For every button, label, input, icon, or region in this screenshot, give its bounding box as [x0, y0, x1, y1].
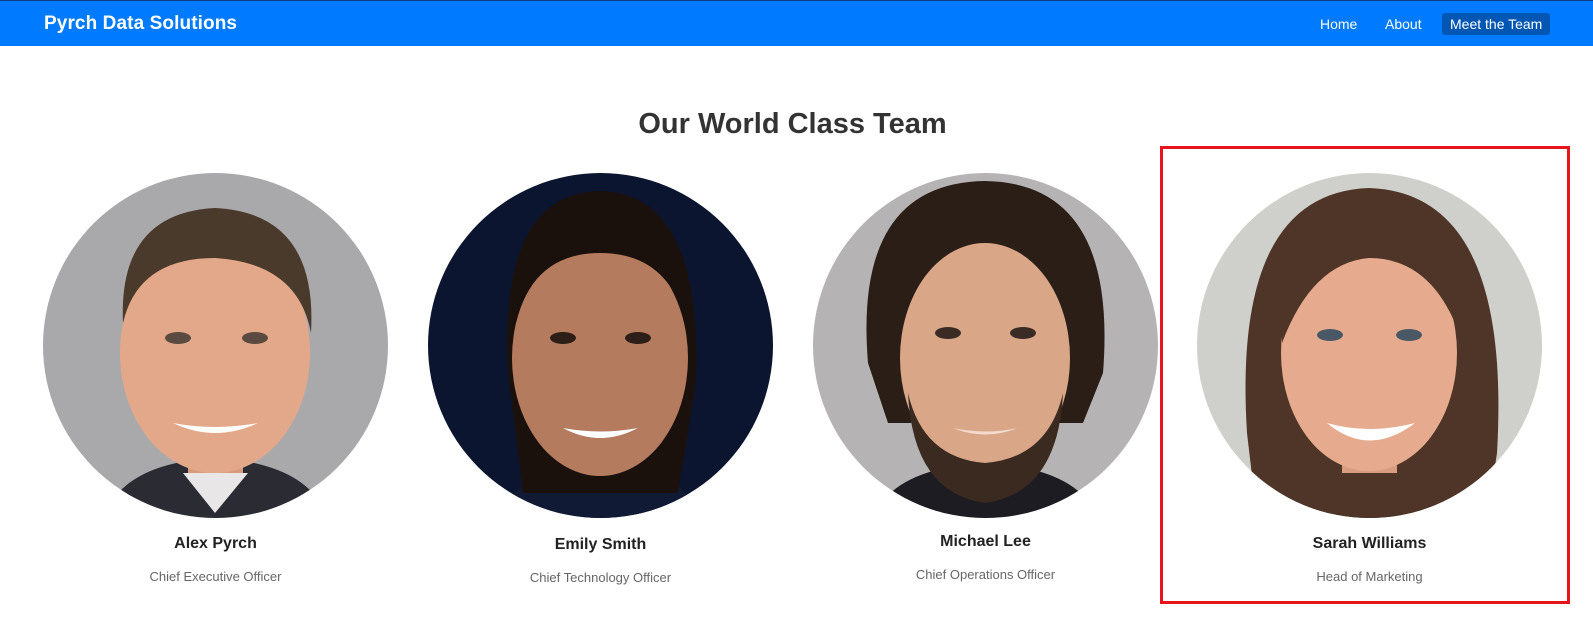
- nav-link-about[interactable]: About: [1377, 13, 1430, 35]
- page-title: Our World Class Team: [638, 108, 947, 140]
- member-name: Sarah Williams: [1312, 535, 1427, 552]
- portrait-photo-sarah: [1197, 173, 1542, 518]
- member-name: Alex Pyrch: [174, 535, 257, 552]
- portrait-photo-michael: [813, 173, 1158, 518]
- portrait-photo-alex: [43, 173, 388, 518]
- member-role: Chief Executive Officer: [149, 569, 282, 584]
- portrait-photo-emily: [428, 173, 773, 518]
- member-role: Chief Operations Officer: [915, 567, 1056, 582]
- team-member-card: Sarah Williams Head of Marketing: [1197, 173, 1542, 584]
- team-member-card: Alex Pyrch Chief Executive Officer: [43, 173, 388, 584]
- member-name: Emily Smith: [554, 536, 647, 553]
- member-role: Chief Technology Officer: [529, 570, 672, 585]
- navbar: Pyrch Data Solutions Home About Meet the…: [0, 0, 1593, 46]
- team-member-card: Michael Lee Chief Operations Officer: [813, 173, 1158, 582]
- member-name: Michael Lee: [940, 533, 1031, 550]
- nav-link-home[interactable]: Home: [1312, 13, 1365, 35]
- nav-link-meet-the-team[interactable]: Meet the Team: [1442, 13, 1551, 35]
- member-role: Head of Marketing: [1316, 569, 1423, 584]
- brand-logo-text[interactable]: Pyrch Data Solutions: [44, 13, 237, 35]
- team-member-card: Emily Smith Chief Technology Officer: [428, 173, 773, 585]
